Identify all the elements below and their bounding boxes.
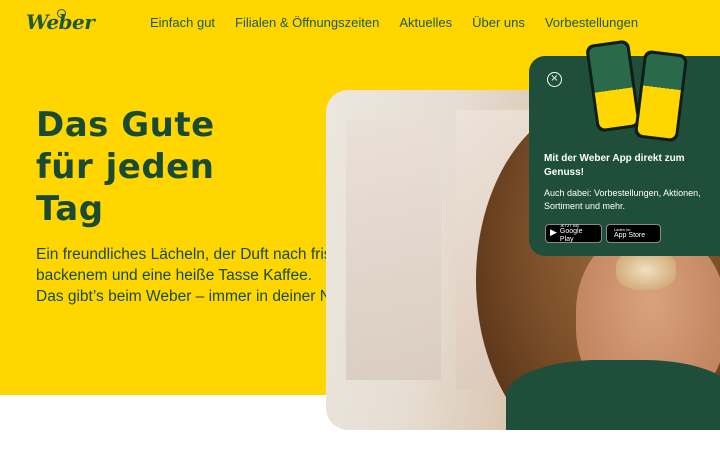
- photo-background-poster: [346, 120, 441, 380]
- app-popup-description: Auch dabei: Vorbestellungen, Aktionen, S…: [544, 188, 701, 211]
- logo-flower-icon: [57, 9, 66, 18]
- headline-line: Tag: [36, 189, 104, 229]
- app-promo-popup: × Mit der Weber App direkt zum Genuss! A…: [529, 39, 720, 256]
- main-nav: Einfach gut Filialen & Öffnungszeiten Ak…: [150, 15, 638, 30]
- headline-line: Das Gute: [36, 105, 215, 145]
- headline-line: für jeden: [36, 147, 215, 187]
- photo-sandwich: [616, 250, 676, 290]
- close-icon[interactable]: ×: [547, 72, 562, 87]
- google-play-icon: ▶: [550, 228, 557, 238]
- nav-item-aktuelles[interactable]: Aktuelles: [399, 15, 452, 30]
- nav-item-filialen[interactable]: Filialen & Öffnungszeiten: [235, 15, 379, 30]
- app-store-button[interactable]: Laden im App Store: [606, 224, 661, 243]
- nav-item-einfach-gut[interactable]: Einfach gut: [150, 15, 215, 30]
- nav-item-ueber-uns[interactable]: Über uns: [472, 15, 525, 30]
- phone-screen: [588, 42, 638, 130]
- google-play-button[interactable]: ▶ JETZT BEI Google Play: [545, 223, 602, 243]
- phone-mockup: [633, 49, 689, 143]
- app-store-label: App Store: [614, 232, 646, 239]
- hero-headline: Das Gute für jeden Tag: [36, 104, 215, 230]
- phone-screen: [637, 52, 685, 140]
- app-popup-title: Mit der Weber App direkt zum Genuss!: [544, 153, 685, 178]
- photo-woman-shirt: [506, 360, 720, 430]
- nav-item-vorbestellungen[interactable]: Vorbestellungen: [545, 15, 638, 30]
- google-play-label: Google Play: [559, 228, 583, 243]
